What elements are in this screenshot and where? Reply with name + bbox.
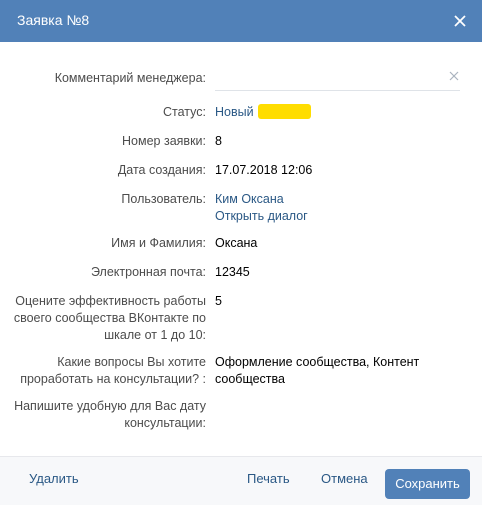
save-button[interactable]: Сохранить: [385, 469, 470, 499]
rating-label-line: шкале от 1 до 10:: [104, 328, 206, 342]
user-profile-link[interactable]: Ким Оксана: [215, 191, 465, 208]
status-badge: [257, 104, 311, 119]
user-label: Пользователь:: [121, 192, 206, 206]
email-label: Электронная почта:: [90, 265, 206, 279]
status-link[interactable]: Новый: [215, 105, 254, 119]
comment-label: Комментарий менеджера:: [54, 71, 206, 85]
user-value: Ким Оксана Открыть диалог: [215, 191, 465, 225]
dialog-footer: Удалить Печать Отмена Сохранить: [0, 456, 482, 505]
rating-value: 5: [215, 294, 222, 308]
date-pref-label-line: консультации:: [124, 416, 206, 430]
questions-label-line: проработать на консультации? :: [20, 372, 206, 386]
number-value: 8: [215, 134, 222, 148]
date-pref-label-line: Напишите удобную для Вас дату: [14, 399, 206, 413]
rating-label: Оцените эффективность работы своего сооб…: [14, 293, 206, 344]
comment-input[interactable]: [215, 66, 460, 91]
print-button[interactable]: Печать: [247, 471, 290, 486]
cancel-button[interactable]: Отмена: [321, 471, 368, 486]
questions-value-line: Оформление сообщества, Контент: [215, 355, 420, 369]
dialog-title: Заявка №8: [17, 12, 90, 28]
questions-value: Оформление сообщества, Контент сообществ…: [215, 354, 465, 388]
status-label: Статус:: [163, 105, 206, 119]
email-value: 12345: [215, 265, 250, 279]
date-pref-label: Напишите удобную для Вас дату консультац…: [14, 398, 206, 432]
request-dialog: Заявка №8 Комментарий менеджера: Статус:…: [0, 0, 482, 505]
questions-label-line: Какие вопросы Вы хотите: [57, 355, 206, 369]
date-value: 17.07.2018 12:06: [215, 163, 313, 177]
number-label: Номер заявки:: [122, 134, 206, 148]
rating-label-line: своего сообщества ВКонтакте по: [13, 311, 206, 325]
questions-value-line: сообщества: [215, 372, 285, 386]
clear-icon[interactable]: [449, 71, 459, 81]
status-value-wrap: Новый: [215, 104, 465, 121]
date-label: Дата создания:: [117, 163, 206, 177]
questions-label: Какие вопросы Вы хотите проработать на к…: [20, 354, 206, 388]
delete-button[interactable]: Удалить: [29, 471, 79, 486]
close-icon[interactable]: [450, 11, 470, 31]
dialog-header: Заявка №8: [0, 0, 482, 42]
open-dialog-link[interactable]: Открыть диалог: [215, 208, 465, 225]
rating-label-line: Оцените эффективность работы: [15, 294, 206, 308]
fullname-value: Оксана: [215, 236, 258, 250]
fullname-label: Имя и Фамилия:: [111, 236, 206, 250]
